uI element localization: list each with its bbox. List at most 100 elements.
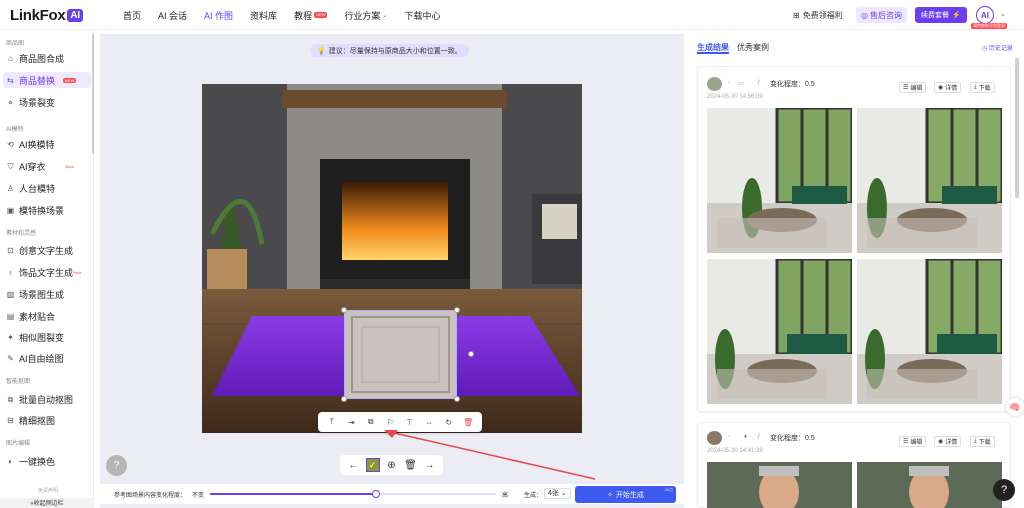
history-nav: ← ✓ ⊕ 🗑 → <box>340 455 443 475</box>
edit-icon: ☰ <box>903 85 909 91</box>
detail-button[interactable]: ◉ 详情 <box>934 82 962 93</box>
similar-icon: ✦ <box>7 332 14 342</box>
add-icon[interactable]: ⊕ <box>385 460 399 471</box>
sidebar-item-similar-split[interactable]: ✦ 相似图裂变 <box>3 329 91 345</box>
sidebar-section-title: 智能抠图 <box>6 379 31 385</box>
avatar[interactable]: AI <box>976 6 994 24</box>
trash-icon[interactable]: 🗑 <box>404 460 418 471</box>
sidebar-item-material-fit[interactable]: ▤ 素材贴合 <box>3 308 91 324</box>
resize-handle[interactable] <box>341 307 347 313</box>
room-render <box>707 108 852 253</box>
upgrade-button[interactable]: 续费套餐 ⚡ <box>915 7 967 23</box>
resize-handle[interactable] <box>454 307 460 313</box>
sidebar-item-scene-generate[interactable]: ▨ 场景图生成 <box>3 286 91 302</box>
main-nav: 首页 AI 会话 AI 作图 资料库 教程 NEW 行业方案 ⌄ 下载中心 <box>123 9 457 21</box>
resize-handle[interactable] <box>454 396 460 402</box>
nav-industry[interactable]: 行业方案 ⌄ <box>344 9 387 21</box>
rotate-handle[interactable] <box>468 351 474 357</box>
slider-fill <box>210 493 376 495</box>
start-generate-button[interactable]: ✧ 开始生成 40点 <box>575 486 676 503</box>
import-icon[interactable]: ⇥ <box>346 417 357 428</box>
replace-icon[interactable]: ⧉ <box>365 417 376 428</box>
support-button[interactable]: ◎ 售后咨询 <box>856 7 907 23</box>
generation-bar: 参考图场景内容变化程度： 不变 高 生成： 4张 ⌄ ✧ 开始生成 40点 <box>100 484 684 504</box>
result-image[interactable] <box>857 259 1002 404</box>
source-thumb[interactable] <box>707 431 722 445</box>
slider-max-label: 高 <box>502 493 509 499</box>
disclaimer-link[interactable]: 免责声明 <box>38 487 58 494</box>
timestamp: 2024-05-30 14:56:09 <box>707 94 763 100</box>
detail-button[interactable]: ◉ 详情 <box>934 436 962 447</box>
sidebar-item-free-draw[interactable]: ✎ AI自由绘图 <box>3 350 91 366</box>
sidebar-item-ai-dress[interactable]: ⛉ AI穿衣 Beta <box>3 158 91 174</box>
download-button[interactable]: ⤓ 下载 <box>970 82 995 93</box>
download-button[interactable]: ⤓ 下载 <box>970 436 995 447</box>
confirm-icon[interactable]: ✓ <box>365 458 380 472</box>
portrait-render <box>707 462 852 508</box>
arrow-left-icon[interactable]: ← <box>347 460 361 471</box>
sidebar-section-title: 图片编辑 <box>6 441 31 447</box>
source-thumb[interactable] <box>707 77 722 91</box>
new-badge: NEW <box>63 77 77 83</box>
change-level: 变化程度：0.5 <box>770 435 815 442</box>
new-badge: NEW <box>314 12 328 18</box>
tip-banner: 💡 建议：尽量保持与原商品大小和位置一致。 <box>310 44 469 57</box>
result-image[interactable] <box>707 108 852 253</box>
room-render <box>857 259 1002 404</box>
nav-download[interactable]: 下载中心 <box>404 9 440 21</box>
logo-badge: AI <box>67 9 83 22</box>
product-thumb[interactable]: ▭ <box>738 80 744 87</box>
result-image[interactable] <box>707 462 852 508</box>
sidebar-item-creative-text[interactable]: ⊡ 创意文字生成 <box>3 242 91 258</box>
gift-icon: ⊞ <box>793 10 800 20</box>
gen-count-select[interactable]: 4张 ⌄ <box>544 488 571 499</box>
sidebar-item-ornament-text[interactable]: ♁ 饰品文字生成 Beta <box>3 264 91 280</box>
tab-cases[interactable]: 优秀案例 <box>737 42 769 54</box>
sidebar-item-product-compose[interactable]: ⌂ 商品图合成 <box>3 50 91 66</box>
gift-link[interactable]: ⊞ 免费领福利 <box>793 7 843 23</box>
product-thumb[interactable]: ♦ <box>744 434 747 440</box>
nav-tutorial[interactable]: 教程 NEW <box>294 9 328 21</box>
help-button[interactable]: ? <box>106 455 127 476</box>
home-icon: ⌂ <box>8 53 13 63</box>
arrow-right-icon: › <box>728 80 730 86</box>
support-help-button[interactable]: ? <box>993 479 1015 501</box>
arrow-right-icon[interactable]: → <box>423 460 437 471</box>
sidebar-item-ai-model-swap[interactable]: ⟲ AI换模特 <box>3 136 91 152</box>
result-image[interactable] <box>857 108 1002 253</box>
sidebar-item-product-replace[interactable]: ⇆ 商品替换 NEW <box>3 72 91 88</box>
nav-ai-draw[interactable]: AI 作图 <box>204 9 233 21</box>
nav-library[interactable]: 资料库 <box>250 9 277 21</box>
color-icon: ◐ <box>8 456 13 466</box>
collapse-sidebar-button[interactable]: «收起侧边栏 <box>0 498 94 508</box>
nav-home[interactable]: 首页 <box>123 9 141 21</box>
slider-min-label: 不变 <box>192 493 205 499</box>
sidebar-item-batch-cutout[interactable]: ⧉ 批量自动抠图 <box>3 391 91 407</box>
product-selection-box[interactable] <box>344 310 457 399</box>
sidebar-item-model-scene[interactable]: ▣ 模特换场景 <box>3 202 91 218</box>
result-image[interactable] <box>857 462 1002 508</box>
logo[interactable]: LinkFox AI <box>10 7 83 24</box>
slider-knob[interactable] <box>371 490 380 498</box>
upload-icon[interactable]: ⤒ <box>326 417 337 428</box>
edit-button[interactable]: ☰ 编辑 <box>899 82 927 93</box>
annotation-arrow <box>384 430 596 480</box>
tab-results[interactable]: 生成结果 <box>697 42 729 54</box>
result-image[interactable] <box>707 259 852 404</box>
results-scrollbar[interactable] <box>1015 58 1019 198</box>
sidebar-scrollbar[interactable] <box>92 34 94 154</box>
cost-label: 40点 <box>664 487 673 492</box>
resize-handle[interactable] <box>341 396 347 402</box>
history-link[interactable]: ◷ 历史记录 <box>982 43 1013 52</box>
nav-ai-chat[interactable]: AI 会话 <box>158 9 187 21</box>
sidebar-item-mannequin[interactable]: ♙ 人台模特 <box>3 180 91 196</box>
download-icon: ⤓ <box>974 438 977 444</box>
sidebar-item-scene-split[interactable]: ⋄ 场景裂变 <box>3 94 91 110</box>
variation-slider[interactable] <box>210 490 496 498</box>
brain-icon[interactable]: 🧠 <box>1006 398 1024 416</box>
sidebar-item-recolor[interactable]: ◐ 一键换色 <box>3 453 91 469</box>
edit-button[interactable]: ☰ 编辑 <box>899 436 927 447</box>
divider: / <box>758 434 760 440</box>
chevron-down-icon[interactable]: ⌄ <box>1000 10 1006 18</box>
sidebar-item-fine-cutout[interactable]: ⊟ 精细抠图 <box>3 412 91 428</box>
